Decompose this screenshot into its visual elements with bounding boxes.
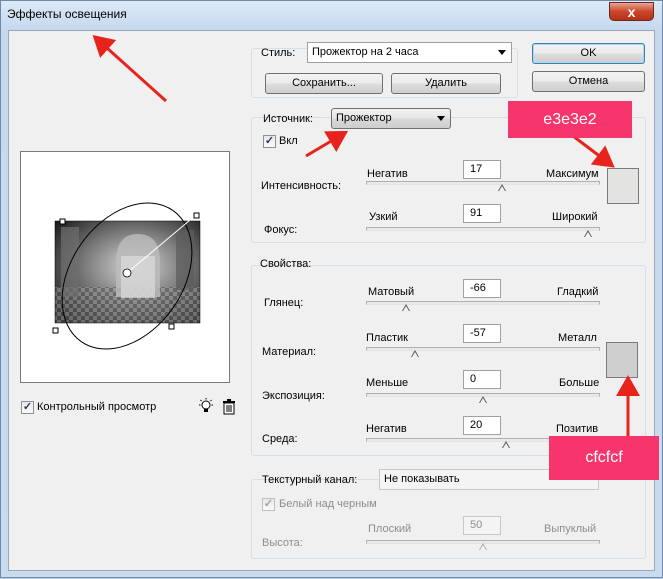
annotation-arrows	[92, 34, 640, 436]
arrow-to-source	[305, 130, 349, 158]
light-color-hex-annotation: e3e3e2	[508, 101, 632, 138]
arrow-to-light-color	[572, 134, 615, 168]
dialog-window: Эффекты освещения x ✓ Контрольный просмо…	[0, 0, 663, 578]
property-color-hex-annotation: cfcfcf	[549, 436, 659, 480]
arrow-to-title	[92, 34, 168, 103]
